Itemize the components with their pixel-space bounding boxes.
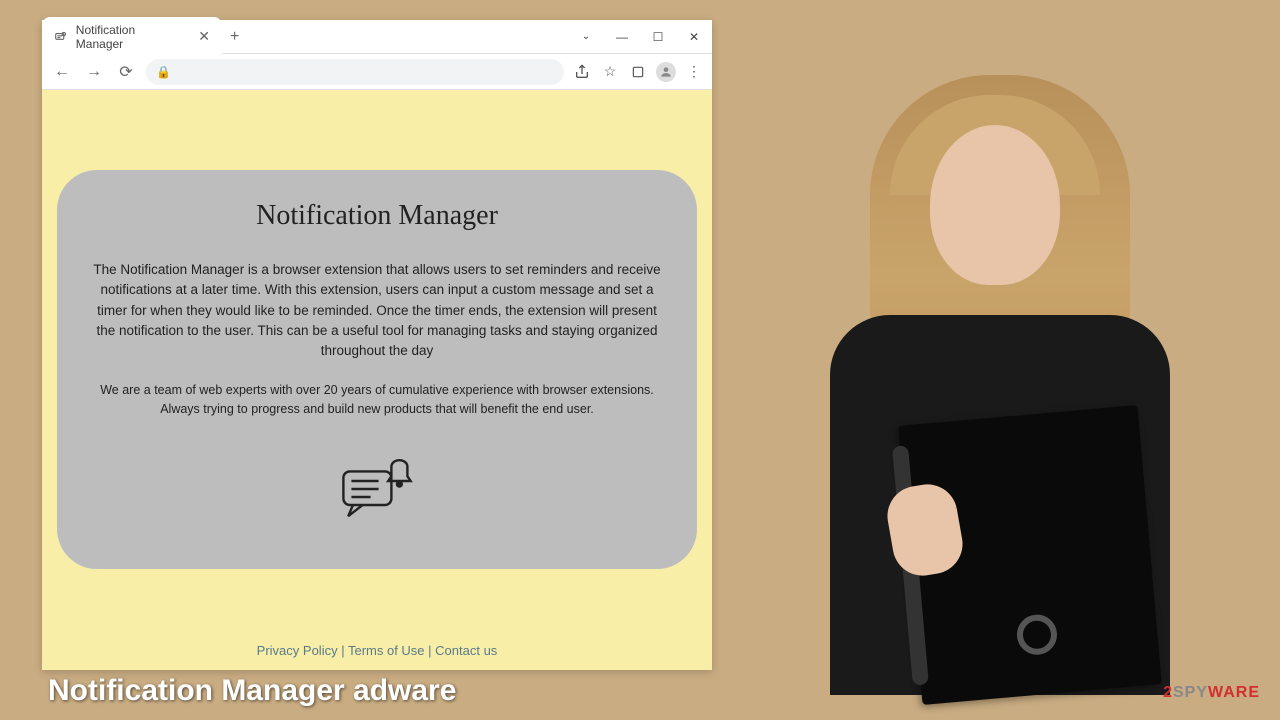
window-minimize-button[interactable]: — [604,23,640,51]
tab-title: Notification Manager [76,23,184,51]
window-controls: ⌄ — ☐ ✕ [568,23,712,51]
profile-avatar-icon[interactable] [656,62,676,82]
window-close-button[interactable]: ✕ [676,23,712,51]
page-heading: Notification Manager [87,200,667,232]
browser-toolbar: ← → ⟳ 🔒 ☆ ⋮ [42,54,712,90]
lock-icon: 🔒 [156,65,171,79]
page-content: Notification Manager The Notification Ma… [42,90,712,670]
share-icon[interactable] [572,62,592,82]
tab-close-icon[interactable]: ✕ [198,28,210,45]
person-illustration [780,55,1220,695]
binder-ring [1015,613,1058,656]
watermark-suffix: WARE [1208,684,1260,701]
extensions-icon[interactable] [628,62,648,82]
privacy-link[interactable]: Privacy Policy [257,643,338,658]
nav-forward-button[interactable]: → [82,60,106,84]
nav-reload-button[interactable]: ⟳ [114,60,138,84]
window-chevron-button[interactable]: ⌄ [568,23,604,51]
terms-link[interactable]: Terms of Use [348,643,425,658]
contact-link[interactable]: Contact us [435,643,497,658]
watermark: 2SPYWARE [1163,684,1260,702]
notification-bell-chat-icon [337,454,417,524]
bookmark-star-icon[interactable]: ☆ [600,62,620,82]
new-tab-button[interactable]: + [230,28,239,46]
person-head [930,125,1060,285]
footer-links: Privacy Policy | Terms of Use | Contact … [42,643,712,658]
team-text: We are a team of web experts with over 2… [87,381,667,419]
menu-dots-icon[interactable]: ⋮ [684,62,704,82]
titlebar: Notification Manager ✕ + ⌄ — ☐ ✕ [42,20,712,54]
page-description: The Notification Manager is a browser ex… [87,260,667,361]
watermark-mid: SPY [1173,684,1208,701]
nav-back-button[interactable]: ← [50,60,74,84]
browser-tab[interactable]: Notification Manager ✕ [42,17,222,57]
tab-favicon-icon [54,30,68,44]
content-card: Notification Manager The Notification Ma… [57,170,697,569]
address-bar[interactable]: 🔒 [146,59,564,85]
footer-separator: | [338,643,348,658]
window-maximize-button[interactable]: ☐ [640,23,676,51]
watermark-prefix: 2 [1163,684,1173,701]
browser-window: Notification Manager ✕ + ⌄ — ☐ ✕ ← → ⟳ 🔒… [42,20,712,670]
image-caption: Notification Manager adware [48,674,456,708]
toolbar-right: ☆ ⋮ [572,62,704,82]
footer-separator: | [425,643,436,658]
